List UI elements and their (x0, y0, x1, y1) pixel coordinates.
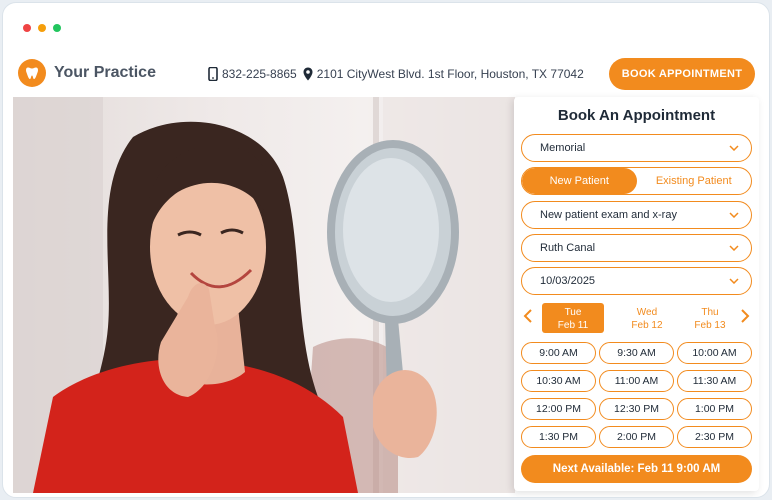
maximize-dot[interactable] (53, 24, 61, 32)
time-slot[interactable]: 12:00 PM (521, 398, 596, 420)
hero-image (13, 97, 515, 493)
time-slot[interactable]: 9:00 AM (521, 342, 596, 364)
chevron-down-icon (729, 278, 739, 284)
booking-title: Book An Appointment (557, 107, 716, 124)
browser-window: Your Practice 832-225-8865 2101 CityWest… (2, 2, 770, 498)
date-value: 10/03/2025 (540, 275, 596, 287)
day-dow: Wed (636, 307, 658, 318)
provider-select[interactable]: Ruth Canal (521, 234, 752, 262)
day-option[interactable]: Wed Feb 12 (616, 303, 678, 333)
location-pin-icon (303, 67, 313, 81)
chevron-left-icon[interactable] (523, 308, 533, 324)
time-slot[interactable]: 11:00 AM (599, 370, 674, 392)
day-option[interactable]: Tue Feb 11 (542, 303, 604, 333)
location-select[interactable]: Memorial (521, 134, 752, 162)
day-option[interactable]: Thu Feb 13 (679, 303, 741, 333)
close-dot[interactable] (23, 24, 31, 32)
day-date: Feb 13 (694, 320, 726, 331)
time-slot[interactable]: 2:30 PM (677, 426, 752, 448)
site-header: Your Practice 832-225-8865 2101 CityWest… (3, 53, 769, 95)
provider-value: Ruth Canal (540, 242, 596, 254)
time-slot[interactable]: 1:00 PM (677, 398, 752, 420)
day-date: Feb 12 (631, 320, 663, 331)
existing-patient-tab[interactable]: Existing Patient (637, 168, 752, 194)
phone-number[interactable]: 832-225-8865 (222, 67, 297, 81)
time-slot[interactable]: 11:30 AM (677, 370, 752, 392)
practice-name: Your Practice (54, 64, 156, 81)
book-appointment-button[interactable]: BOOK APPOINTMENT (609, 58, 755, 90)
time-slot[interactable]: 1:30 PM (521, 426, 596, 448)
day-dow: Thu (701, 307, 719, 318)
chevron-down-icon (729, 245, 739, 251)
booking-panel: Book An Appointment Memorial New Patient… (514, 97, 759, 491)
time-slot[interactable]: 12:30 PM (599, 398, 674, 420)
chevron-down-icon (729, 212, 739, 218)
time-slots: 9:00 AM 9:30 AM 10:00 AM 10:30 AM 11:00 … (521, 342, 752, 448)
contact-info: 832-225-8865 2101 CityWest Blvd. 1st Flo… (208, 67, 584, 81)
reason-select[interactable]: New patient exam and x-ray (521, 201, 752, 229)
next-available-button[interactable]: Next Available: Feb 11 9:00 AM (521, 455, 752, 483)
day-dow: Tue (564, 307, 582, 318)
date-select[interactable]: 10/03/2025 (521, 267, 752, 295)
window-controls (23, 24, 61, 32)
minimize-dot[interactable] (38, 24, 46, 32)
new-patient-tab[interactable]: New Patient (522, 168, 637, 194)
phone-icon (208, 67, 218, 81)
address: 2101 CityWest Blvd. 1st Floor, Houston, … (316, 67, 584, 81)
time-slot[interactable]: 10:30 AM (521, 370, 596, 392)
time-slot[interactable]: 10:00 AM (677, 342, 752, 364)
time-slot[interactable]: 9:30 AM (599, 342, 674, 364)
reason-value: New patient exam and x-ray (540, 209, 677, 221)
day-date: Feb 11 (557, 320, 589, 331)
patient-type-toggle: New Patient Existing Patient (521, 167, 752, 195)
chevron-down-icon (729, 145, 739, 151)
logo[interactable]: Your Practice (18, 59, 156, 87)
chevron-right-icon[interactable] (740, 308, 750, 324)
tooth-logo-icon (18, 59, 46, 87)
time-slot[interactable]: 2:00 PM (599, 426, 674, 448)
day-picker: Tue Feb 11 Wed Feb 12 Thu Feb 13 (521, 302, 752, 334)
location-value: Memorial (540, 142, 586, 154)
